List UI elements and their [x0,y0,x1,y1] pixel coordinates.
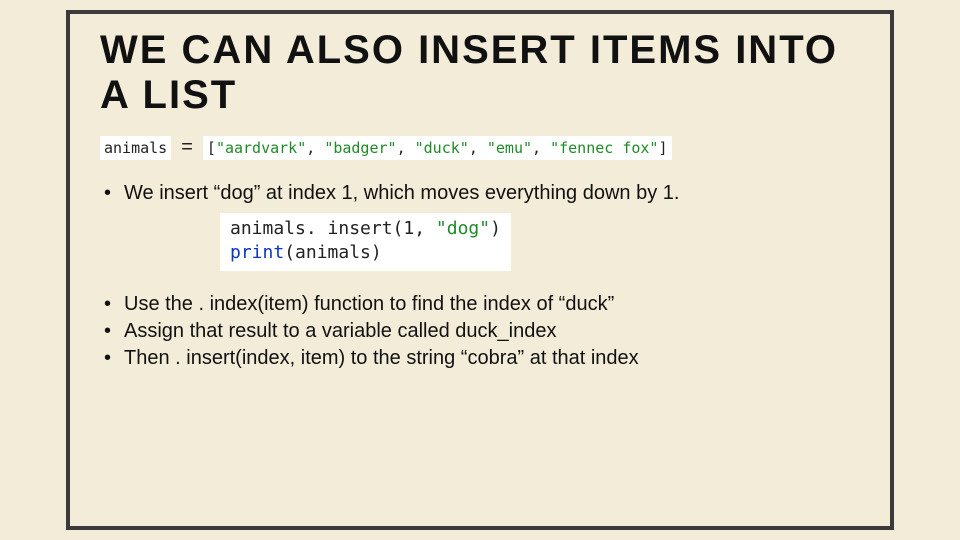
bullet-list-2: Use the . index(item) function to find t… [100,293,860,370]
slide-content: WE CAN ALSO INSERT ITEMS INTO A LIST ani… [70,14,890,394]
code-block-insert: animals. insert(1, "dog") print(animals) [220,213,860,272]
code-var: animals [100,136,171,160]
equals-sign: = [181,136,193,159]
code-list: ["aardvark", "badger", "duck", "emu", "f… [203,136,672,160]
code-line-assign: animals = ["aardvark", "badger", "duck",… [100,136,860,160]
bullet-list-1: We insert “dog” at index 1, which moves … [100,182,860,205]
bullet-item: Assign that result to a variable called … [100,320,860,343]
bullet-item: We insert “dog” at index 1, which moves … [100,182,860,205]
bullet-item: Use the . index(item) function to find t… [100,293,860,316]
slide-title: WE CAN ALSO INSERT ITEMS INTO A LIST [100,28,860,118]
slide-frame: WE CAN ALSO INSERT ITEMS INTO A LIST ani… [66,10,894,530]
bullet-item: Then . insert(index, item) to the string… [100,347,860,370]
code-insert-lines: animals. insert(1, "dog") print(animals) [220,213,511,272]
